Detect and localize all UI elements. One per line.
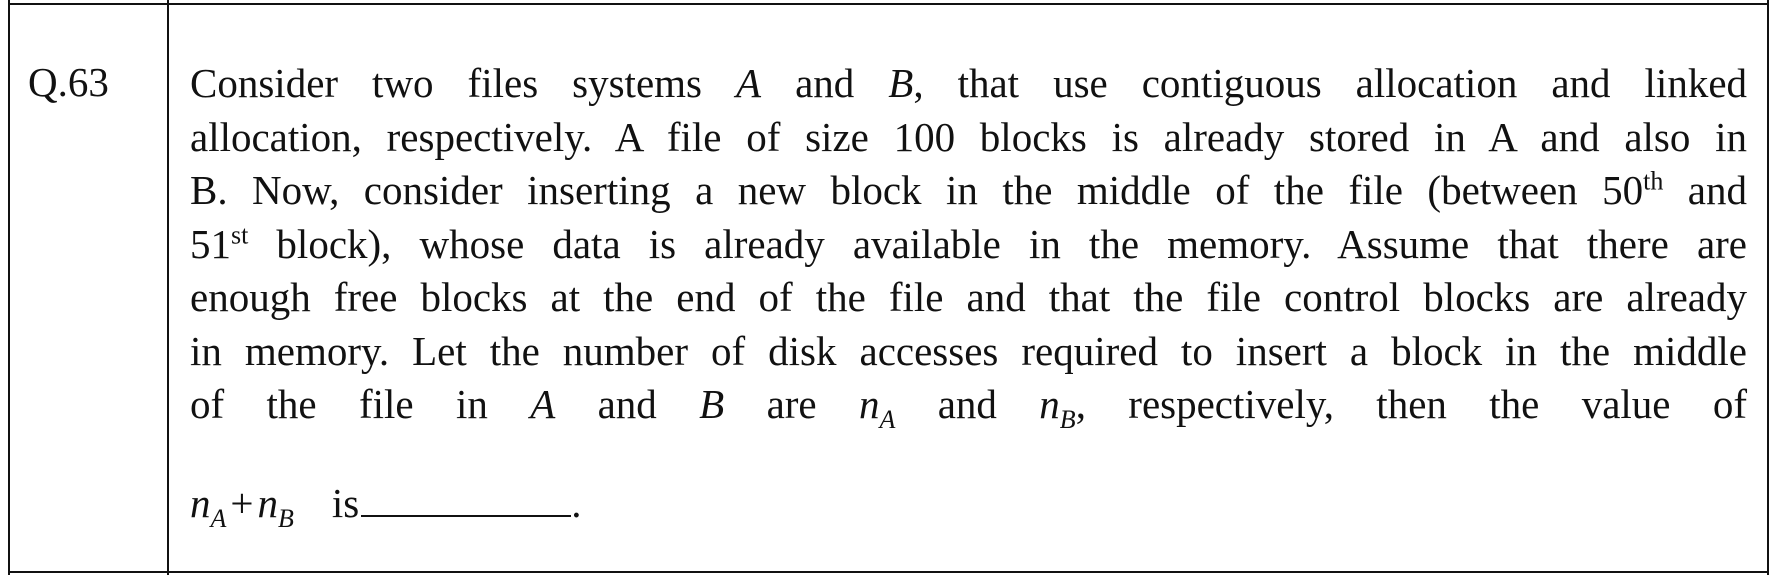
text-run: and — [555, 381, 700, 427]
math-var-n: n — [190, 480, 211, 526]
table-bottom-rule — [8, 571, 1769, 573]
answer-formula: nA+nB is. — [190, 478, 582, 532]
superscript-th: th — [1643, 166, 1664, 196]
table-top-rule — [8, 3, 1769, 5]
question-line-6: in memory. Let the number of disk access… — [190, 325, 1747, 379]
math-var-n: n — [858, 381, 880, 427]
question-line-7: of the file in A and B are nA and nB, re… — [190, 378, 1747, 434]
subscript-a: A — [879, 405, 896, 434]
text-run: enough free blocks at the end of the fil… — [190, 274, 1747, 320]
text-run: allocation, respectively. A file of size… — [190, 113, 1747, 160]
text-run: of the file in — [190, 381, 531, 427]
text-run: 51 — [190, 220, 231, 267]
text-run: , respectively, then the value of — [1075, 381, 1747, 427]
text-run: in memory. Let the number of disk access… — [190, 327, 1747, 374]
text-run: and — [761, 60, 889, 106]
is-label: is — [331, 480, 360, 526]
question-line-3: B. Now, consider inserting a new block i… — [190, 164, 1747, 218]
text-run: B. Now, consider inserting a new block i… — [190, 167, 1644, 213]
text-run: are — [724, 381, 859, 427]
subscript-b: B — [278, 504, 294, 533]
text-run: , that use contiguous allocation and lin… — [913, 60, 1748, 106]
plus-sign: + — [230, 480, 254, 526]
question-line-5: enough free blocks at the end of the fil… — [190, 271, 1747, 325]
math-var-n: n — [1039, 381, 1060, 427]
math-var-n: n — [257, 480, 279, 526]
text-run: block), whose data is already available … — [248, 220, 1747, 267]
period: . — [571, 480, 582, 526]
math-var-a: A — [530, 381, 556, 427]
question-number: Q.63 — [28, 59, 109, 105]
text-run: Consider two files systems — [190, 60, 737, 106]
question-line-4: 51st block), whose data is already avail… — [190, 218, 1747, 272]
subscript-a: A — [210, 504, 227, 533]
column-divider — [167, 0, 169, 575]
question-line-2: allocation, respectively. A file of size… — [190, 111, 1747, 165]
math-var-b: B — [699, 381, 725, 427]
question-text: Consider two files systems A and B, that… — [190, 57, 1747, 434]
superscript-st: st — [231, 219, 249, 249]
text-run: and — [1663, 167, 1748, 213]
subscript-b: B — [1059, 405, 1076, 434]
math-var-a: A — [736, 60, 762, 106]
question-line-1: Consider two files systems A and B, that… — [190, 57, 1747, 111]
text-run: and — [895, 381, 1040, 427]
answer-blank[interactable] — [361, 479, 572, 517]
math-var-b: B — [888, 60, 914, 106]
